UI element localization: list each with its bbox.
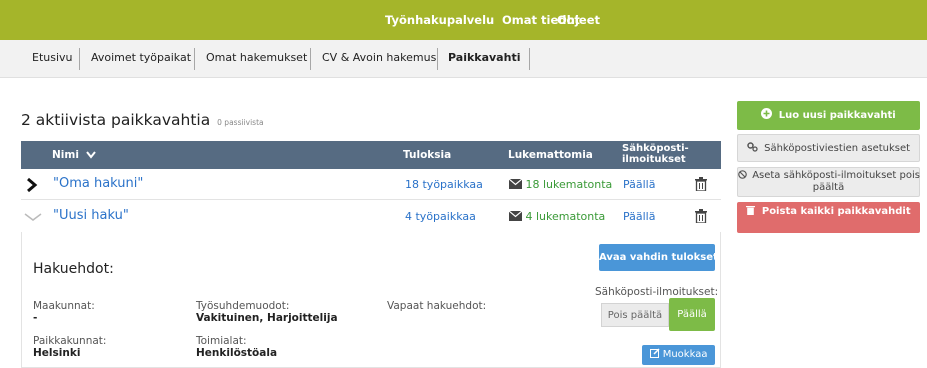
table-row[interactable]: "Uusi haku" 4 työpaikkaa 4 lukematonta P… [21, 201, 721, 232]
vapaat-label: Vapaat hakuehdot: [387, 300, 487, 312]
sub-nav: Etusivu Avoimet työpaikat Omat hakemukse… [0, 40, 927, 78]
toggle-off-button[interactable]: Pois päältä [601, 303, 669, 327]
top-bar: Työnhakupalvelu Omat tiedot Ohjeet [0, 0, 927, 40]
separator [194, 48, 195, 70]
table-header: Nimi Tuloksia Lukemattomia Sähköposti- i… [21, 141, 721, 169]
separator [79, 48, 80, 70]
plus-circle-icon [761, 108, 773, 119]
subnav-omat-hakemukset[interactable]: Omat hakemukset [206, 51, 307, 64]
subnav-etusivu[interactable]: Etusivu [32, 51, 73, 64]
edit-button-label: Muokkaa [662, 349, 708, 360]
watch-results[interactable]: 18 työpaikkaa [405, 178, 483, 191]
toggle-on-button[interactable]: Päällä [669, 298, 715, 331]
chevron-down-icon[interactable] [23, 209, 43, 225]
watch-unread[interactable]: 4 lukematonta [508, 210, 606, 223]
email-settings-label: Sähköpostiviestien asetukset [764, 143, 911, 154]
nav-tyonhakupalvelu[interactable]: Työnhakupalvelu [385, 13, 494, 27]
passive-count: 0 passiivista [217, 118, 264, 127]
create-watch-button[interactable]: Luo uusi paikkavahti [737, 101, 920, 130]
chevron-down-icon [85, 151, 96, 159]
watch-email-status[interactable]: Päällä [623, 210, 655, 223]
email-notifications-label: Sähköposti-ilmoitukset: [595, 286, 719, 298]
paikkakunnat-value: Helsinki [33, 347, 81, 359]
column-results[interactable]: Tuloksia [403, 149, 451, 161]
watch-unread-label: 18 lukematonta [525, 178, 613, 191]
envelope-icon [508, 178, 523, 189]
watch-details: Hakuehdot: Avaa vahdin tulokset Maakunna… [21, 232, 721, 368]
edit-button[interactable]: Muokkaa [642, 345, 715, 365]
tyosuhde-label: Työsuhdemuodot: [196, 300, 290, 312]
ban-icon [738, 170, 747, 179]
separator [529, 48, 530, 70]
table-row[interactable]: "Oma hakuni" 18 työpaikkaa 18 lukematont… [21, 169, 721, 200]
column-name-label: Nimi [52, 149, 79, 161]
subnav-cv-avoin-hakemus[interactable]: CV & Avoin hakemus [322, 51, 436, 64]
column-email[interactable]: Sähköposti- ilmoitukset [622, 143, 689, 165]
edit-icon [649, 348, 660, 358]
nav-ohjeet[interactable]: Ohjeet [557, 13, 600, 27]
watch-name[interactable]: "Oma hakuni" [53, 176, 143, 191]
delete-all-button[interactable]: Poista kaikki paikkavahdit [737, 202, 920, 233]
chevron-right-icon[interactable] [24, 177, 40, 193]
subnav-paikkavahti[interactable]: Paikkavahti [448, 51, 520, 64]
disable-email-label-line1: Aseta sähköposti-ilmoitukset pois [752, 170, 920, 181]
disable-email-label-line2: päältä [812, 182, 845, 193]
watch-name[interactable]: "Uusi haku" [53, 208, 129, 223]
watch-unread-label: 4 lukematonta [525, 210, 606, 223]
page-title: 2 aktiivista paikkavahtia 0 passiivista [21, 111, 264, 129]
delete-all-label: Poista kaikki paikkavahdit [761, 206, 911, 217]
maakunnat-label: Maakunnat: [33, 300, 95, 312]
watch-results[interactable]: 4 työpaikkaa [405, 210, 476, 223]
watch-unread[interactable]: 18 lukematonta [508, 178, 613, 191]
column-email-line2: ilmoitukset [622, 154, 686, 165]
toimialat-label: Toimialat: [196, 335, 247, 347]
trash-icon[interactable] [695, 209, 707, 223]
disable-email-button[interactable]: Aseta sähköposti-ilmoitukset pois päältä [737, 167, 920, 197]
details-heading: Hakuehdot: [33, 261, 114, 277]
column-name[interactable]: Nimi [52, 149, 96, 161]
open-results-button[interactable]: Avaa vahdin tulokset [599, 244, 718, 271]
watch-email-status[interactable]: Päällä [623, 178, 655, 191]
toimialat-value: Henkilöstöala [196, 347, 278, 359]
top-nav: Työnhakupalvelu Omat tiedot Ohjeet [0, 0, 927, 40]
trash-icon[interactable] [695, 177, 707, 191]
column-unread[interactable]: Lukemattomia [508, 149, 593, 161]
tyosuhde-value: Vakituinen, Harjoittelija [196, 312, 338, 324]
maakunnat-value: - [33, 312, 38, 324]
trash-icon [746, 206, 756, 215]
email-settings-button[interactable]: Sähköpostiviestien asetukset [737, 134, 920, 162]
gears-icon [747, 142, 758, 152]
create-watch-label: Luo uusi paikkavahti [778, 110, 896, 121]
separator [310, 48, 311, 70]
column-email-line1: Sähköposti- [622, 143, 689, 154]
subnav-avoimet-tyopaikat[interactable]: Avoimet työpaikat [91, 51, 191, 64]
page-title-text: 2 aktiivista paikkavahtia [21, 111, 211, 129]
envelope-icon [508, 210, 523, 221]
separator [437, 48, 438, 70]
paikkakunnat-label: Paikkakunnat: [33, 335, 107, 347]
